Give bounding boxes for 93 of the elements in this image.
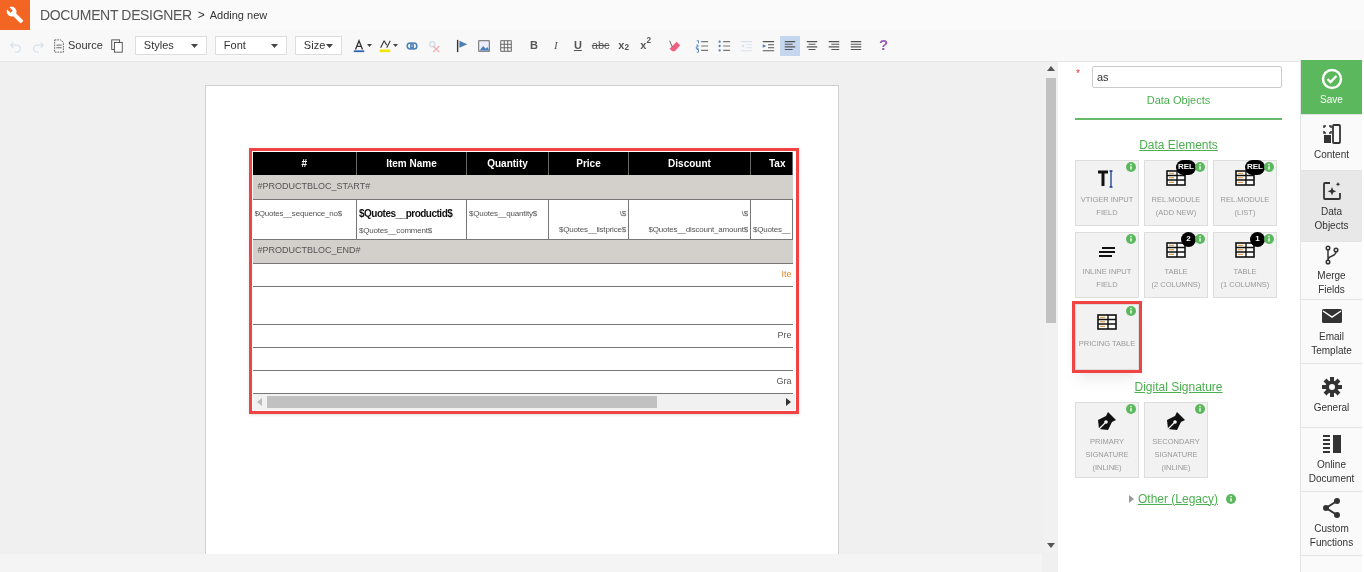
copy-icon (109, 38, 124, 53)
sidebar-item[interactable]: Online Document (1301, 428, 1362, 492)
dropdown-button[interactable]: Size (294, 36, 342, 55)
format-button[interactable]: x$_{2}$ (613, 35, 634, 56)
justify-icon (848, 38, 863, 53)
sidebar-item[interactable]: Custom Functions (1301, 492, 1362, 556)
expand-caret-icon[interactable] (1128, 494, 1134, 503)
flag-icon (454, 38, 469, 53)
column-header: Discount (628, 152, 751, 175)
bulleted-list-icon (716, 38, 731, 53)
info-icon[interactable] (1195, 233, 1205, 244)
column-header: Quantity (466, 152, 549, 175)
info-icon[interactable] (1126, 403, 1136, 414)
info-icon[interactable] (1264, 161, 1274, 172)
table-cell: \$ $Quotes__discount_amount$ (628, 199, 751, 239)
table-cell: \$ $Quotes__listprice$ (548, 199, 629, 239)
highlight-icon (377, 38, 392, 53)
info-icon[interactable] (1126, 305, 1136, 316)
document-icon (52, 38, 66, 53)
pen-nib-icon (1165, 409, 1187, 432)
info-icon[interactable] (1195, 161, 1205, 172)
layout-icon (1320, 123, 1343, 145)
settings-icon (1320, 376, 1343, 398)
format-button[interactable]: U (567, 35, 588, 56)
pen-nib-icon (1096, 409, 1118, 432)
image-icon (476, 38, 491, 53)
align-center-icon (804, 38, 819, 53)
info-icon[interactable] (1195, 403, 1205, 414)
text-color-icon (351, 38, 366, 53)
scroll-down-icon[interactable] (1047, 542, 1055, 548)
dropdown-button[interactable]: Styles (134, 36, 207, 55)
scrollbar-thumb[interactable] (1046, 78, 1056, 323)
sidebar-item[interactable]: Data Objects (1301, 171, 1362, 242)
sidebar-item[interactable]: General (1301, 364, 1362, 428)
sidebar-item[interactable]: Merge Fields (1301, 242, 1362, 300)
breadcrumb-separator: > (197, 7, 205, 24)
format-button[interactable]: abc (589, 35, 612, 56)
count-badge: 2 (1181, 231, 1196, 247)
column-header: Item Name (356, 152, 467, 175)
search-field[interactable]: as (1092, 66, 1282, 88)
marker-row: #PRODUCTBLOC_START# (252, 175, 793, 199)
indent-icon (760, 38, 775, 53)
source-button[interactable]: Source (50, 35, 105, 56)
align-right-icon (826, 38, 841, 53)
page-title: DOCUMENT DESIGNER (40, 5, 192, 25)
eraser-icon (666, 38, 681, 53)
count-badge: 1 (1250, 231, 1265, 247)
check-circle-icon (1320, 67, 1343, 90)
sparkle-icon (1320, 179, 1343, 202)
table-cell: $Quotes__ (750, 199, 793, 239)
caret-icon (366, 44, 372, 47)
info-icon[interactable] (1226, 493, 1236, 504)
table-cell: $Quotes__sequence_no$ (252, 199, 357, 239)
help-button[interactable]: ? (873, 35, 894, 56)
outdent-icon (738, 38, 753, 53)
table-cell: Ite (252, 263, 793, 286)
required-mark: * (1075, 67, 1081, 81)
format-button[interactable]: I (545, 35, 566, 56)
info-icon[interactable] (1264, 233, 1274, 244)
format-button[interactable]: x$^{2}$ (635, 35, 656, 56)
align-left-icon (782, 38, 797, 53)
table-cell: $Quotes__quantity$ (466, 199, 549, 239)
wrench-icon (6, 6, 24, 24)
count-badge: REL (1176, 159, 1196, 175)
scroll-left-icon[interactable] (256, 397, 263, 406)
document-icon (1320, 433, 1343, 455)
format-button[interactable]: B (523, 35, 544, 56)
table-cell: Gra (252, 370, 793, 393)
sidebar-item[interactable]: Email Template (1301, 300, 1362, 364)
marker-row: #PRODUCTBLOC_END# (252, 239, 793, 263)
table-icon (498, 38, 513, 53)
unlink-icon (426, 38, 441, 53)
app-logo[interactable] (0, 0, 30, 30)
scroll-up-icon[interactable] (1047, 66, 1055, 72)
info-icon[interactable] (1126, 233, 1136, 244)
caret-icon (392, 44, 398, 47)
scroll-right-icon[interactable] (784, 397, 791, 406)
share-icon (1320, 497, 1343, 519)
scrollbar-thumb[interactable] (266, 395, 657, 408)
caret-icon (190, 43, 198, 48)
count-badge: REL (1245, 159, 1265, 175)
breadcrumb-current: Adding new (209, 7, 268, 23)
align-left-button[interactable] (779, 35, 800, 56)
caret-icon (270, 43, 278, 48)
table-cell: $Quotes__productid$ $Quotes__comment$ (356, 199, 467, 239)
column-header: Price (548, 152, 629, 175)
info-icon[interactable] (1126, 161, 1136, 172)
numbered-list-icon (694, 38, 709, 53)
dropdown-button[interactable]: Font (214, 36, 287, 55)
caret-icon (325, 43, 333, 48)
column-header: # (252, 152, 357, 175)
column-header: Tax (750, 152, 793, 175)
table-cell: Pre (252, 324, 793, 347)
